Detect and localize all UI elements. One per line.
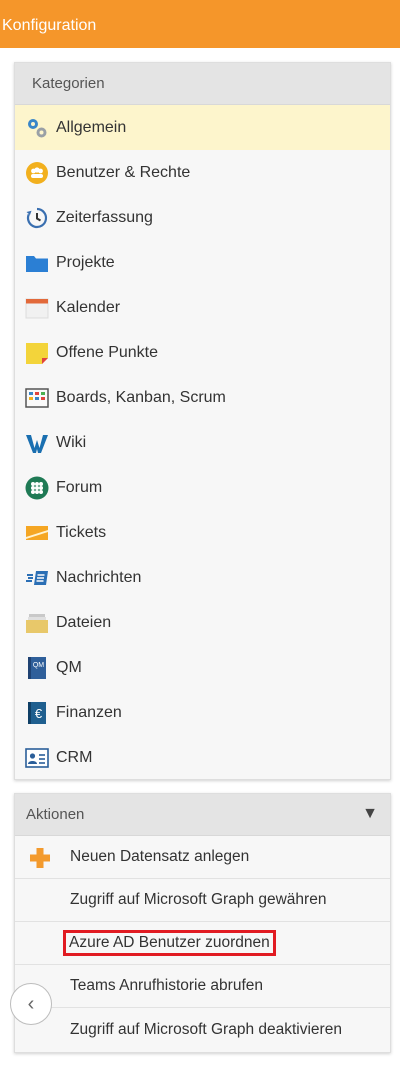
- action-map-azure-ad-users[interactable]: Azure AD Benutzer zuordnen: [15, 922, 390, 965]
- category-label: Allgemein: [56, 118, 127, 136]
- category-dateien[interactable]: Dateien: [15, 600, 390, 645]
- highlighted-action-label: Azure AD Benutzer zuordnen: [63, 930, 276, 956]
- category-wiki[interactable]: Wiki: [15, 420, 390, 465]
- category-label: Kalender: [56, 298, 121, 316]
- message-icon: [25, 566, 49, 590]
- category-label: Zeiterfassung: [56, 208, 153, 226]
- category-boards[interactable]: Boards, Kanban, Scrum: [15, 375, 390, 420]
- folder-icon: [25, 251, 49, 275]
- clock-history-icon: [25, 206, 49, 230]
- category-label: Dateien: [56, 613, 112, 631]
- category-nachrichten[interactable]: Nachrichten: [15, 555, 390, 600]
- category-label: CRM: [56, 748, 93, 766]
- category-label: Benutzer & Rechte: [56, 163, 191, 181]
- category-label: Nachrichten: [56, 568, 142, 586]
- category-forum[interactable]: Forum: [15, 465, 390, 510]
- category-projekte[interactable]: Projekte: [15, 240, 390, 285]
- category-zeiterfassung[interactable]: Zeiterfassung: [15, 195, 390, 240]
- chevron-left-icon: ‹: [27, 992, 35, 1015]
- calendar-icon: [25, 296, 49, 320]
- category-kalender[interactable]: Kalender: [15, 285, 390, 330]
- category-label: Projekte: [56, 253, 115, 271]
- back-button[interactable]: ‹: [10, 983, 52, 1025]
- plus-icon: [29, 847, 51, 869]
- category-tickets[interactable]: Tickets: [15, 510, 390, 555]
- action-label: Zugriff auf Microsoft Graph gewähren: [70, 891, 327, 908]
- actions-list: Neuen Datensatz anlegen Zugriff auf Micr…: [15, 836, 390, 1051]
- categories-header: Kategorien: [15, 63, 390, 105]
- category-label: Wiki: [56, 433, 87, 451]
- wiki-icon: [25, 431, 49, 455]
- category-finanzen[interactable]: € Finanzen: [15, 690, 390, 735]
- category-offene-punkte[interactable]: Offene Punkte: [15, 330, 390, 375]
- qm-book-icon: QM: [25, 656, 49, 680]
- page-title: Konfiguration: [2, 17, 97, 34]
- files-icon: [25, 611, 49, 635]
- category-label: Boards, Kanban, Scrum: [56, 388, 226, 406]
- category-label: Finanzen: [56, 703, 122, 721]
- actions-panel: Aktionen ▼ Neuen Datensatz anlegen Zugri…: [14, 793, 391, 1053]
- category-qm[interactable]: QM QM: [15, 645, 390, 690]
- users-icon: [25, 161, 49, 185]
- category-crm[interactable]: CRM: [15, 735, 390, 780]
- kanban-board-icon: [25, 386, 49, 410]
- actions-title: Aktionen: [26, 806, 85, 823]
- sticky-note-icon: [25, 341, 49, 365]
- ticket-icon: [25, 521, 49, 545]
- euro-book-icon: €: [25, 701, 49, 725]
- gears-icon: [25, 116, 49, 140]
- category-label: Offene Punkte: [56, 343, 158, 361]
- svg-text:QM: QM: [33, 662, 44, 669]
- action-label: Zugriff auf Microsoft Graph deaktivieren: [70, 1020, 342, 1038]
- contact-card-icon: [25, 746, 49, 770]
- action-grant-graph-access[interactable]: Zugriff auf Microsoft Graph gewähren: [15, 879, 390, 922]
- svg-text:€: €: [35, 706, 43, 721]
- action-fetch-teams-call-history[interactable]: Teams Anrufhistorie abrufen: [15, 965, 390, 1008]
- category-label: Forum: [56, 478, 103, 496]
- categories-list: Allgemein Benutzer & Rechte Zeiterfassun…: [15, 105, 390, 780]
- category-allgemein[interactable]: Allgemein: [15, 105, 390, 150]
- category-benutzer-rechte[interactable]: Benutzer & Rechte: [15, 150, 390, 195]
- page-header: Konfiguration: [0, 0, 400, 48]
- actions-header[interactable]: Aktionen ▼: [15, 794, 390, 836]
- category-label: QM: [56, 658, 82, 676]
- forum-icon: [25, 476, 49, 500]
- action-new-record[interactable]: Neuen Datensatz anlegen: [15, 836, 390, 879]
- action-label: Neuen Datensatz anlegen: [70, 848, 250, 865]
- triangle-down-icon[interactable]: ▼: [362, 805, 378, 823]
- action-label: Teams Anrufhistorie abrufen: [70, 977, 263, 994]
- categories-title: Kategorien: [32, 75, 105, 92]
- categories-panel: Kategorien Allgemein Benutzer & Rechte Z…: [14, 62, 391, 780]
- category-label: Tickets: [56, 523, 107, 541]
- action-disable-graph-access[interactable]: Zugriff auf Microsoft Graph deaktivieren: [15, 1008, 390, 1051]
